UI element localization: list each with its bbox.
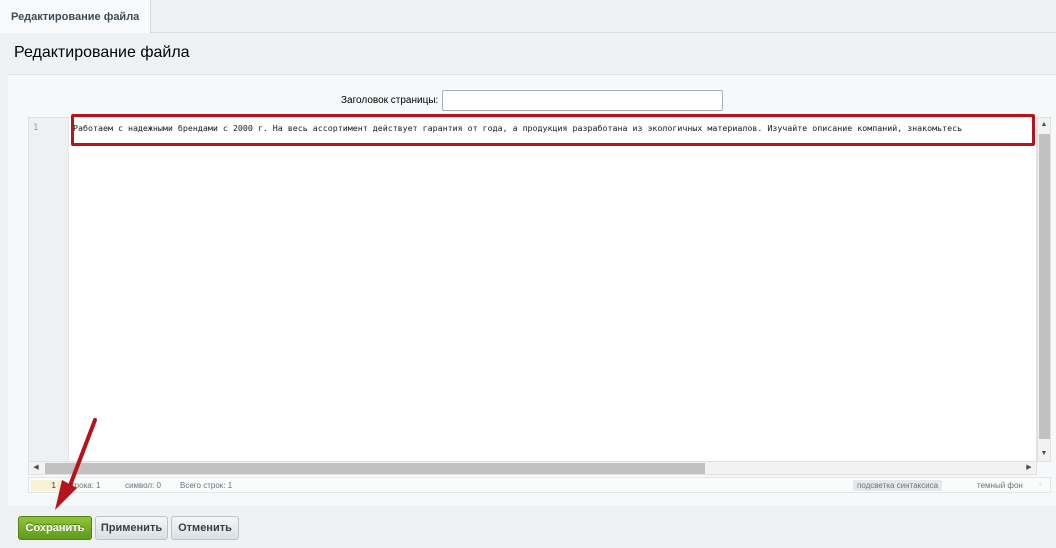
apply-button[interactable]: Применить xyxy=(95,516,168,540)
status-symbol: символ: 0 xyxy=(125,481,161,490)
line-number-gutter: 1 xyxy=(29,118,69,461)
code-editor[interactable]: 1 Работаем с надежными брендами с 2000 г… xyxy=(28,117,1037,462)
horizontal-scrollbar[interactable]: ◀ ▶ xyxy=(28,461,1037,475)
scroll-right-icon[interactable]: ▶ xyxy=(1022,462,1036,474)
scroll-up-icon[interactable]: ▲ xyxy=(1038,118,1050,132)
editor-status-bar: 1 строка: 1 символ: 0 Всего строк: 1 под… xyxy=(28,477,1051,493)
scroll-left-icon[interactable]: ◀ xyxy=(29,462,43,474)
code-line[interactable]: Работаем с надежными брендами с 2000 г. … xyxy=(73,123,1033,133)
line-number: 1 xyxy=(33,123,39,133)
syntax-highlight-toggle[interactable]: подсветка синтаксиса xyxy=(853,480,943,491)
tab-edit-file[interactable]: Редактирование файла xyxy=(0,0,152,34)
cancel-button[interactable]: Отменить xyxy=(171,516,239,540)
page-title: Редактирование файла xyxy=(14,44,190,61)
dark-theme-toggle[interactable]: темный фон xyxy=(977,481,1023,490)
status-total-lines: Всего строк: 1 xyxy=(180,481,233,490)
vertical-scrollbar[interactable]: ▲ ▼ xyxy=(1037,117,1051,462)
tab-bar: Редактирование файла xyxy=(0,0,1056,34)
status-line: строка: 1 xyxy=(67,481,101,490)
horizontal-scroll-thumb[interactable] xyxy=(45,463,705,474)
status-go-to-line[interactable]: 1 xyxy=(31,480,64,491)
save-button[interactable]: Сохранить xyxy=(18,516,92,540)
scroll-down-icon[interactable]: ▼ xyxy=(1038,447,1050,461)
page-title-label: Заголовок страницы: xyxy=(341,95,439,106)
vertical-scroll-thumb[interactable] xyxy=(1039,134,1050,439)
resize-grip-icon[interactable]: ◦ xyxy=(1039,480,1042,489)
page-title-input[interactable] xyxy=(442,90,723,111)
